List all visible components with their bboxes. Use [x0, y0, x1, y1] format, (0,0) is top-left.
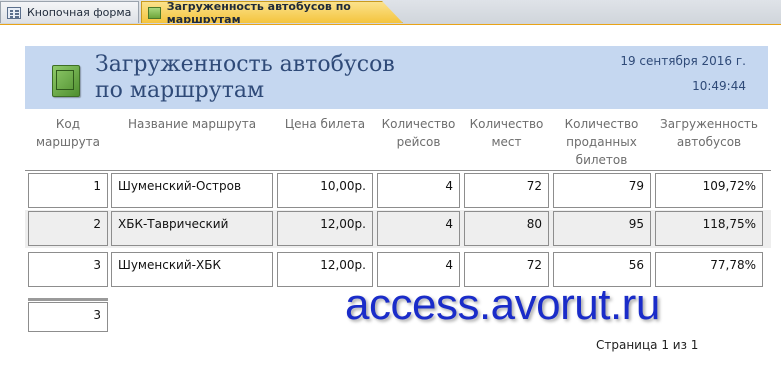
cell-bus-load: 109,72% [655, 173, 763, 208]
site-watermark: access.avorut.ru [345, 280, 660, 329]
cell-trips: 4 [377, 211, 460, 246]
cell-seats: 72 [464, 173, 549, 208]
cell-route-code: 3 [28, 252, 108, 287]
summary-count: 3 [28, 302, 108, 332]
column-header-ticket-price: Цена билета [284, 117, 366, 131]
tab-bus-load-report[interactable]: Загруженность автобусов по маршрутам [141, 1, 403, 23]
cell-sold-tickets: 95 [553, 211, 651, 246]
summary-separator [28, 298, 108, 301]
column-header-bus-load: Загруженность автобусов [660, 117, 758, 149]
cell-bus-load: 118,75% [655, 211, 763, 246]
cell-ticket-price: 10,00р. [277, 173, 373, 208]
column-header-trips: Количество рейсов [381, 117, 456, 149]
column-header-sold-tickets: Количество проданных билетов [564, 117, 639, 167]
report-title: Загруженность автобусов по маршрутам [95, 52, 395, 103]
cell-bus-load: 77,78% [655, 252, 763, 287]
cell-ticket-price: 12,00р. [277, 211, 373, 246]
cell-route-name: Шуменский-ХБК [111, 252, 273, 287]
document-tab-bar: Кнопочная форма Загруженность автобусов … [0, 0, 781, 25]
report-icon [52, 65, 80, 97]
cell-sold-tickets: 79 [553, 173, 651, 208]
cell-route-code: 1 [28, 173, 108, 208]
column-header-route-name: Название маршрута [127, 117, 257, 131]
tab-label: Загруженность автобусов по маршрутам [166, 0, 351, 26]
report-time: 10:49:44 [692, 79, 746, 93]
form-icon [7, 6, 21, 19]
column-header-seats: Количество мест [469, 117, 544, 149]
report-icon [148, 6, 161, 19]
page-number: Страница 1 из 1 [596, 338, 699, 352]
cell-route-name: Шуменский-Остров [111, 173, 273, 208]
cell-route-name: ХБК-Таврический [111, 211, 273, 246]
cell-trips: 4 [377, 173, 460, 208]
report-header: Загруженность автобусов по маршрутам 19 … [25, 46, 768, 109]
tab-switchboard-form[interactable]: Кнопочная форма [0, 1, 139, 23]
tab-label: Кнопочная форма [27, 6, 132, 19]
cell-seats: 80 [464, 211, 549, 246]
report-date: 19 сентября 2016 г. [620, 54, 746, 68]
cell-route-code: 2 [28, 211, 108, 246]
column-header-code: Код маршрута [35, 117, 101, 149]
